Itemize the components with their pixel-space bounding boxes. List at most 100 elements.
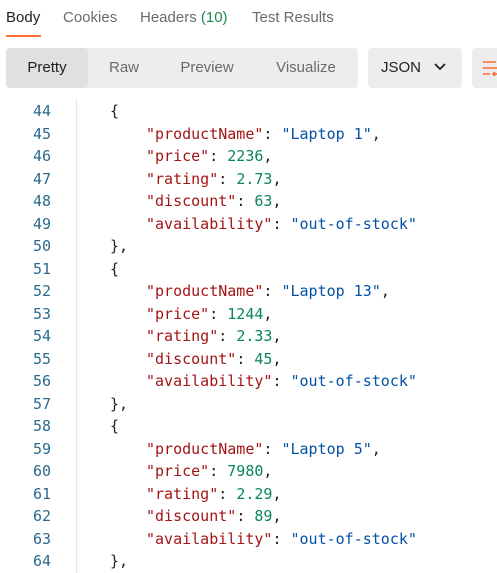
line-text: "availability": "out-of-stock"	[146, 213, 417, 235]
line-text: {	[110, 415, 119, 437]
json-key: "discount"	[146, 507, 237, 525]
punct: :	[236, 507, 255, 525]
json-key: "productName"	[146, 282, 264, 300]
code-line: 58 {	[0, 415, 497, 437]
code-line: 53 "price": 1244,	[0, 303, 497, 325]
json-number: 2236	[227, 147, 264, 165]
json-key: "productName"	[146, 439, 264, 458]
view-preview[interactable]: Preview	[160, 48, 254, 88]
line-text: "productName": "Laptop 1",	[146, 123, 381, 145]
format-select[interactable]: JSON	[368, 48, 462, 88]
punct: :	[272, 529, 291, 548]
tab-cookies[interactable]: Cookies	[63, 9, 117, 26]
punct: ,	[380, 282, 390, 300]
view-raw[interactable]: Raw	[88, 48, 160, 88]
line-number: 53	[32, 304, 51, 323]
brace: {	[110, 417, 120, 435]
line-text: "discount": 89,	[146, 505, 281, 527]
json-number: 2.33	[236, 327, 273, 345]
code-line: 50},	[0, 235, 497, 257]
view-visualize[interactable]: Visualize	[254, 48, 358, 88]
line-number: 62	[32, 507, 51, 525]
json-key: "availability"	[146, 529, 273, 548]
active-tab-indicator	[6, 35, 41, 37]
json-string: "out-of-stock"	[290, 372, 417, 390]
code-line: 54 "rating": 2.33,	[0, 325, 497, 347]
punct: :	[263, 282, 282, 300]
line-text: {	[110, 100, 119, 122]
json-key: "rating"	[146, 327, 219, 345]
line-number: 60	[32, 462, 51, 480]
json-key: "discount"	[146, 349, 237, 368]
line-text: "availability": "out-of-stock"	[146, 528, 417, 550]
line-number: 56	[32, 372, 51, 390]
tab-test-results[interactable]: Test Results	[252, 9, 334, 26]
tab-body[interactable]: Body	[6, 9, 40, 26]
line-number: 49	[32, 214, 51, 233]
wrap-lines-button[interactable]	[472, 48, 497, 88]
line-number: 63	[32, 529, 51, 548]
code-line: 56 "availability": "out-of-stock"	[0, 370, 497, 392]
brace: {	[110, 102, 120, 120]
response-tabs: Body Cookies Headers (10) Test Results	[0, 0, 497, 38]
tab-headers-label: Headers	[140, 9, 197, 26]
line-text: "rating": 2.73,	[146, 168, 281, 190]
line-number: 64	[32, 552, 51, 570]
line-number: 45	[32, 124, 51, 143]
line-text: "rating": 2.29,	[146, 483, 281, 505]
json-number: 7980	[227, 462, 264, 480]
code-line: 51 {	[0, 258, 497, 280]
punct: :	[209, 147, 228, 165]
json-number: 63	[254, 192, 273, 210]
punct: ,	[371, 439, 381, 458]
punct: :	[209, 462, 228, 480]
line-text: "availability": "out-of-stock"	[146, 370, 417, 392]
json-string: "Laptop 5"	[281, 439, 372, 458]
line-number: 58	[32, 417, 51, 435]
code-line: 52 "productName": "Laptop 13",	[0, 280, 497, 302]
code-line: 60 "price": 7980,	[0, 460, 497, 482]
punct: :	[236, 192, 255, 210]
punct: :	[272, 214, 291, 233]
tab-headers[interactable]: Headers (10)	[140, 9, 228, 26]
line-number: 44	[32, 102, 51, 120]
json-key: "price"	[146, 462, 210, 480]
brace: },	[110, 394, 129, 413]
code-line: 47 "rating": 2.73,	[0, 168, 497, 190]
code-line: 62 "discount": 89,	[0, 505, 497, 527]
punct: :	[209, 304, 228, 323]
headers-count: (10)	[200, 9, 228, 26]
code-line: 61 "rating": 2.29,	[0, 483, 497, 505]
code-line: 46 "price": 2236,	[0, 145, 497, 167]
punct: ,	[263, 462, 273, 480]
line-text: "price": 1244,	[146, 303, 272, 325]
punct: ,	[272, 484, 282, 503]
chevron-down-icon	[434, 63, 446, 71]
format-select-value: JSON	[381, 59, 422, 76]
wrap-lines-icon	[483, 61, 497, 77]
json-string: "Laptop 13"	[281, 282, 381, 300]
line-number: 54	[32, 327, 51, 345]
code-viewer[interactable]: 44 {45 "productName": "Laptop 1", 46 "price"…	[0, 98, 497, 573]
code-line: 63 "availability": "out-of-stock"	[0, 528, 497, 550]
view-pretty[interactable]: Pretty	[6, 48, 88, 88]
punct: ,	[263, 147, 273, 165]
line-number: 61	[32, 484, 51, 503]
code-line: 45 "productName": "Laptop 1",	[0, 123, 497, 145]
line-number: 51	[32, 259, 51, 278]
code-line: 59 "productName": "Laptop 5",	[0, 438, 497, 460]
line-number: 47	[32, 169, 51, 188]
json-key: "rating"	[146, 484, 219, 503]
line-text: },	[110, 550, 128, 572]
json-key: "rating"	[146, 169, 219, 188]
line-text: "discount": 45,	[146, 348, 281, 370]
code-line: 57},	[0, 393, 497, 415]
json-string: "out-of-stock"	[290, 529, 417, 548]
line-number: 57	[32, 394, 51, 413]
line-text: "discount": 63,	[146, 190, 281, 212]
json-key: "price"	[146, 304, 210, 323]
line-text: {	[110, 258, 119, 280]
code-line: 44 {	[0, 100, 497, 122]
line-text: "price": 7980,	[146, 460, 272, 482]
json-string: "Laptop 1"	[281, 124, 372, 143]
